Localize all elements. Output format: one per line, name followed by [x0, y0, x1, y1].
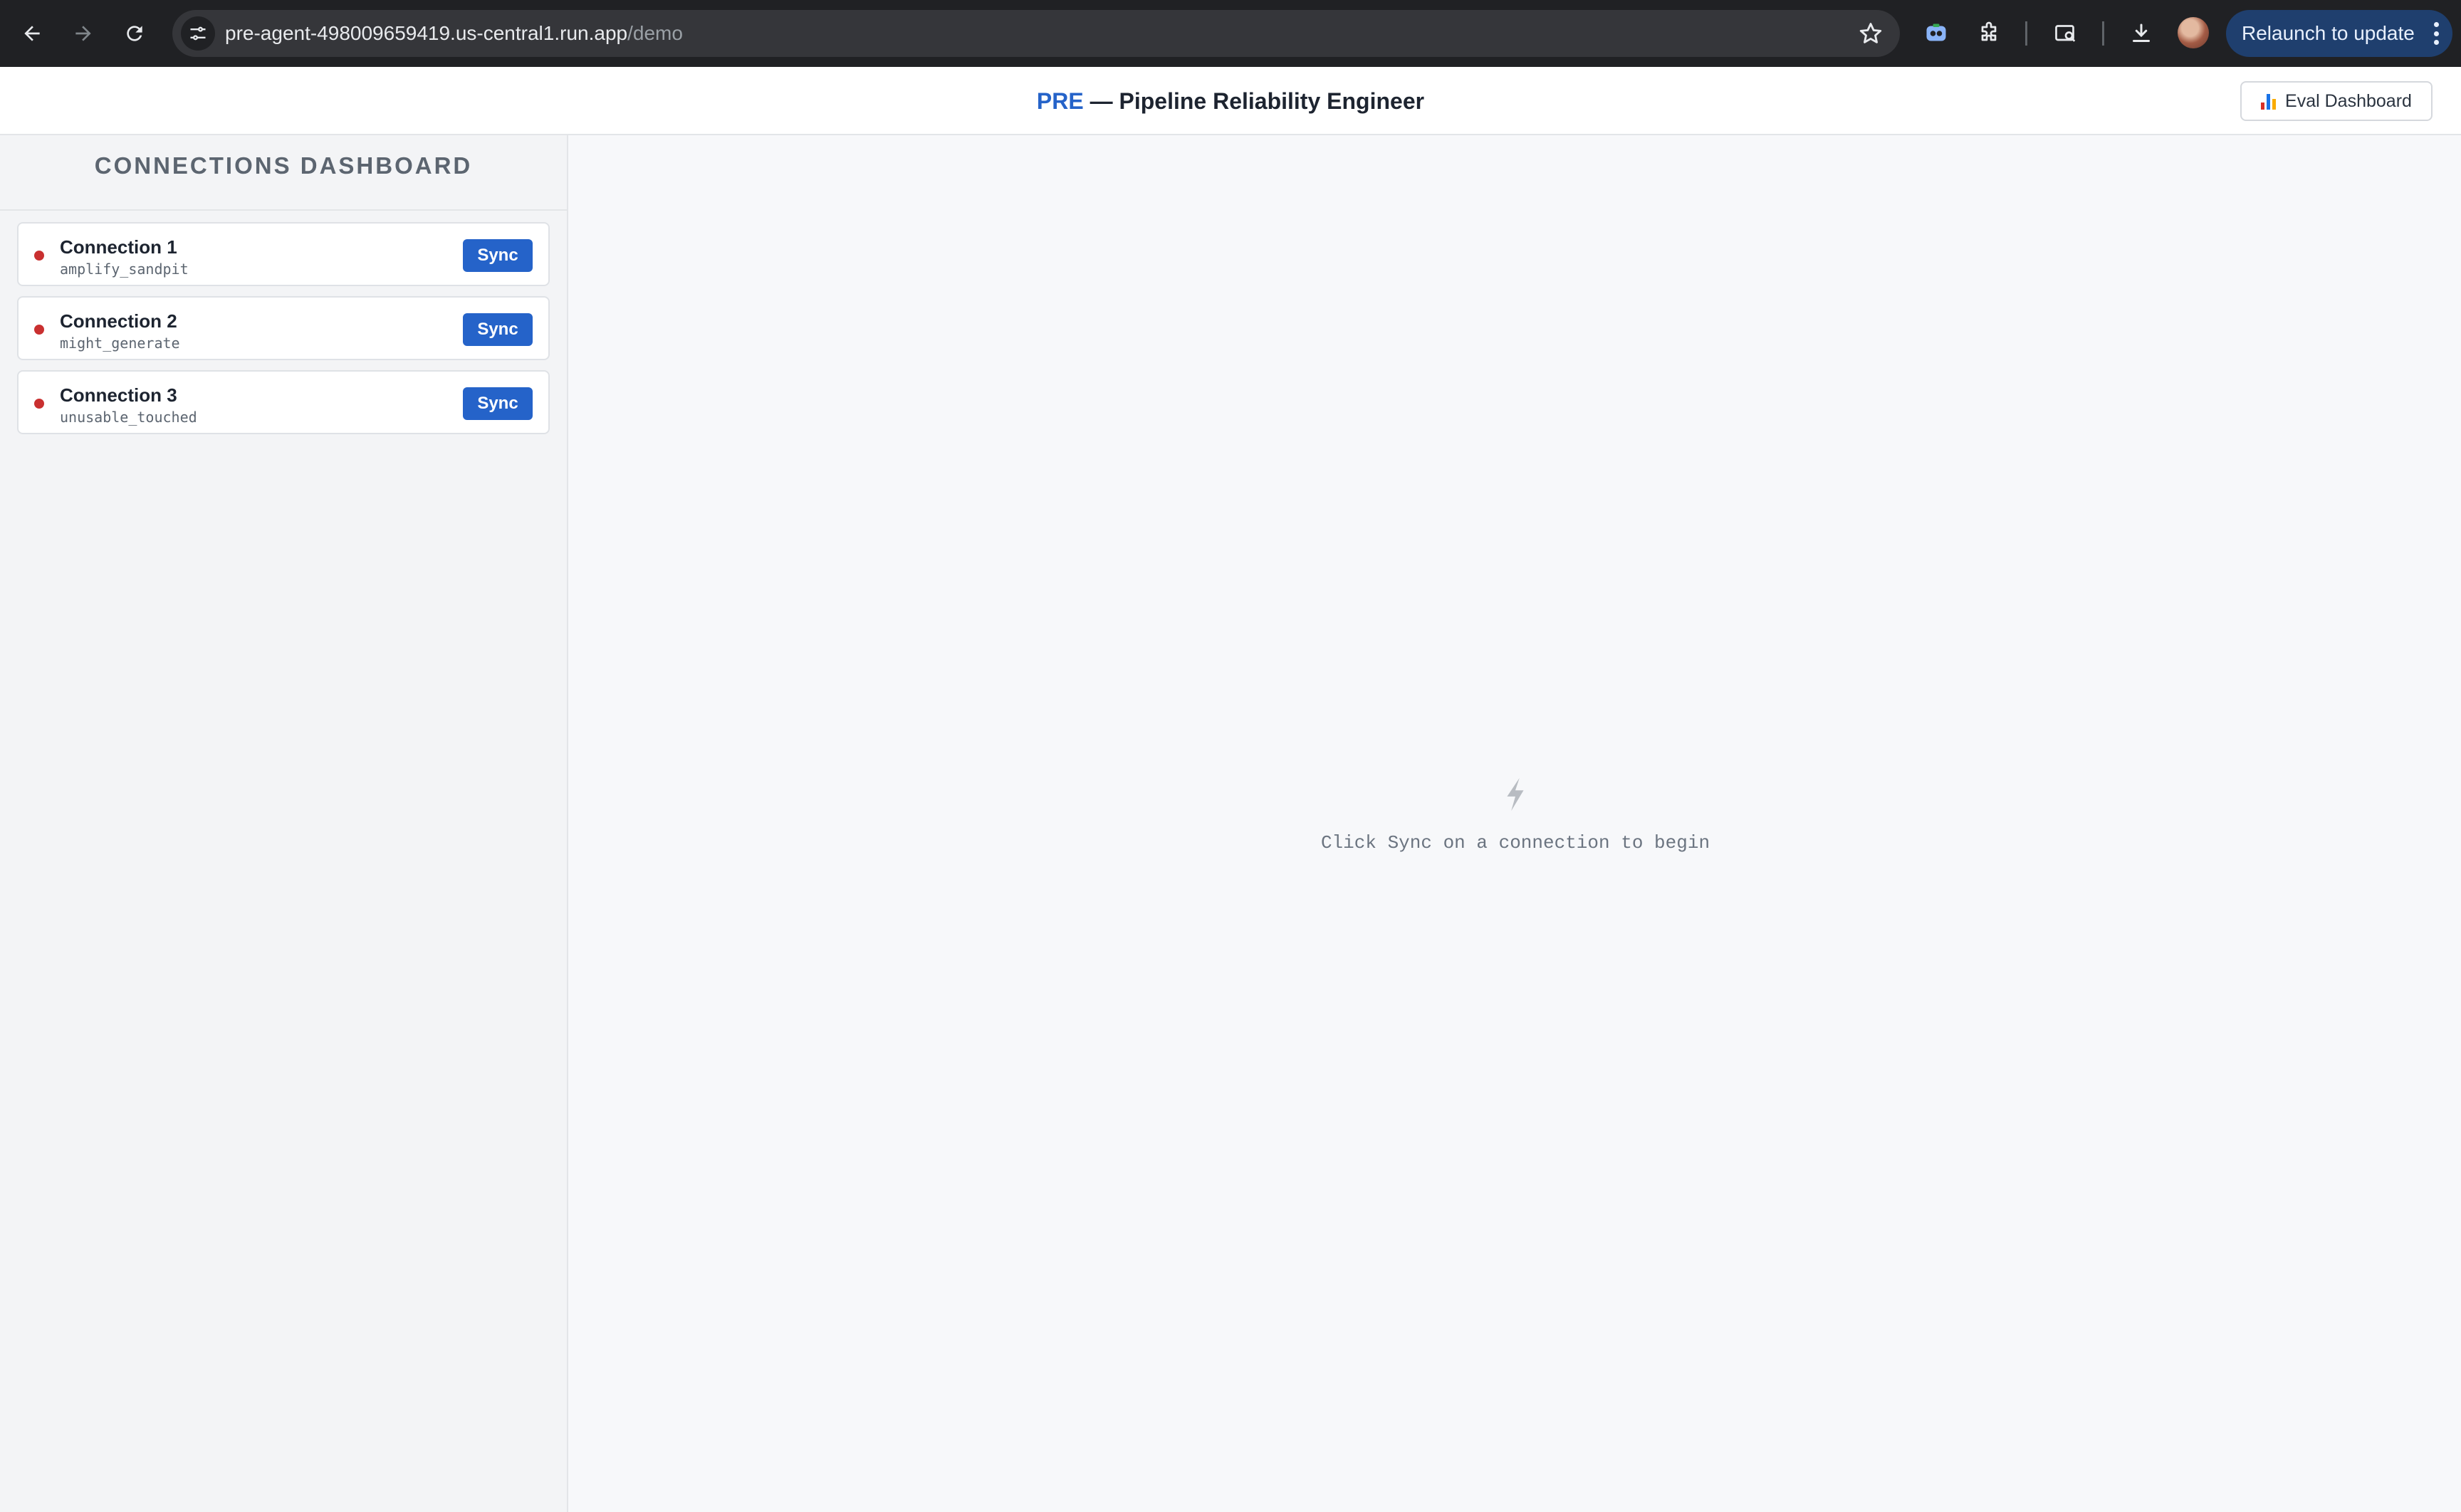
connection-id: might_generate [60, 335, 180, 352]
puzzle-extensions-icon[interactable] [1973, 17, 2005, 50]
connection-card: Connection 1 amplify_sandpit Sync [17, 222, 550, 286]
bookmark-star-icon[interactable] [1857, 20, 1884, 47]
eval-dashboard-label: Eval Dashboard [2285, 90, 2412, 111]
forward-button[interactable] [64, 14, 103, 53]
connections-sidebar: CONNECTIONS DASHBOARD Connection 1 ampli… [0, 135, 568, 1512]
page-title: PRE — Pipeline Reliability Engineer [0, 67, 2461, 135]
site-info-button[interactable] [181, 16, 215, 51]
eval-dashboard-button[interactable]: Eval Dashboard [2240, 81, 2433, 121]
connection-card: Connection 2 might_generate Sync [17, 296, 550, 360]
profile-avatar[interactable] [2178, 17, 2209, 48]
connection-id: unusable_touched [60, 409, 197, 426]
arrow-right-icon [75, 26, 91, 41]
address-bar[interactable]: pre-agent-498009659419.us-central1.run.a… [172, 10, 1900, 57]
tune-icon [190, 26, 206, 41]
url-text[interactable]: pre-agent-498009659419.us-central1.run.a… [225, 10, 683, 57]
empty-state: Click Sync on a connection to begin [570, 776, 2461, 854]
relaunch-label: Relaunch to update [2242, 22, 2415, 44]
more-vertical-icon [2434, 22, 2440, 45]
toolbar-separator [2102, 21, 2104, 46]
reload-button[interactable] [115, 14, 154, 53]
connection-card: Connection 3 unusable_touched Sync [17, 370, 550, 434]
url-host: pre-agent-498009659419.us-central1.run.a… [225, 22, 628, 44]
relaunch-to-update-button[interactable]: Relaunch to update [2226, 10, 2452, 57]
toolbar-separator [2025, 21, 2027, 46]
status-dot-icon [34, 325, 44, 335]
brand-name: PRE [1036, 88, 1084, 114]
main-panel: Click Sync on a connection to begin [570, 135, 2461, 1512]
tab-search-icon[interactable] [2049, 17, 2082, 50]
connection-name: Connection 2 [60, 310, 177, 332]
sync-button[interactable]: Sync [463, 313, 533, 346]
connection-id: amplify_sandpit [60, 261, 189, 278]
browser-toolbar: pre-agent-498009659419.us-central1.run.a… [0, 0, 2461, 67]
app-header: PRE — Pipeline Reliability Engineer Eval… [0, 67, 2461, 135]
connection-name: Connection 3 [60, 384, 177, 406]
bar-chart-icon [2261, 93, 2278, 110]
extension-icon[interactable] [1920, 17, 1953, 50]
url-path: /demo [627, 22, 683, 44]
title-rest: — Pipeline Reliability Engineer [1083, 88, 1425, 114]
connection-name: Connection 1 [60, 236, 177, 258]
arrow-left-icon [24, 26, 40, 41]
empty-state-text: Click Sync on a connection to begin [1320, 832, 1710, 854]
status-dot-icon [34, 251, 44, 261]
connection-list: Connection 1 amplify_sandpit Sync Connec… [0, 211, 567, 434]
sidebar-title: CONNECTIONS DASHBOARD [0, 135, 567, 211]
sync-button[interactable]: Sync [463, 239, 533, 272]
lightning-bolt-icon [1507, 777, 1524, 812]
back-button[interactable] [13, 14, 51, 53]
status-dot-icon [34, 399, 44, 409]
downloads-icon[interactable] [2125, 17, 2158, 50]
sync-button[interactable]: Sync [463, 387, 533, 420]
reload-icon [127, 26, 142, 41]
